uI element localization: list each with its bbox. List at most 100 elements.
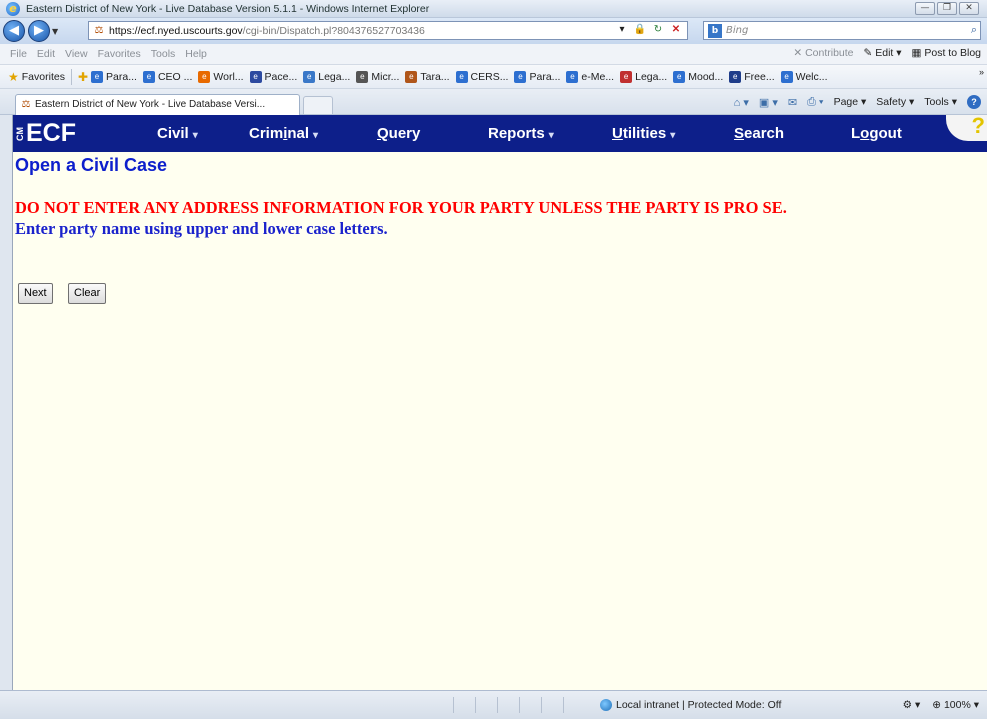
status-bar: Local intranet | Protected Mode: Off ⚙ ▾… [0,690,987,719]
favorite-item[interactable]: e Micr... [356,70,400,83]
nav-logout[interactable]: Logout [851,125,902,142]
favorite-item-label: Lega... [318,70,351,83]
post-to-blog-button[interactable]: ▦ Post to Blog [912,47,981,59]
favorite-item[interactable]: e Mood... [673,70,723,83]
favorite-item-label: Pace... [264,70,298,83]
search-placeholder: Bing [726,25,749,36]
minimize-button[interactable]: — [915,2,935,15]
favorite-item-label: Para... [106,70,137,83]
ie-page-icon: e [91,70,104,83]
window-titlebar: e Eastern District of New York - Live Da… [0,0,987,18]
next-button[interactable]: Next [18,283,53,304]
help-icon[interactable]: ? [967,95,981,109]
favorite-item[interactable]: e Free... [729,70,775,83]
nav-search-label: Search [734,125,785,142]
tab-bar: ⚖ Eastern District of New York - Live Dat… [0,89,987,115]
refresh-icon[interactable]: ↻ [651,23,665,37]
restore-button[interactable]: ❐ [937,2,957,15]
mail-icon[interactable]: ✉ [788,96,797,109]
address-bar[interactable]: ⚖ https://ecf.nyed.uscourts.gov/cgi-bin/… [88,21,688,40]
favorite-item[interactable]: e e-Me... [566,70,614,83]
menu-file[interactable]: File [10,48,27,60]
add-favorite-icon[interactable]: ✚ [78,70,88,84]
search-input[interactable]: b Bing ⌕ [703,21,981,40]
favorite-item[interactable]: e Lega... [303,70,351,83]
zoom-control[interactable]: ⊕ 100% ▾ [932,699,979,711]
print-icon[interactable]: ⎙ ▾ [807,96,823,109]
security-zone[interactable]: Local intranet | Protected Mode: Off [600,699,781,711]
clear-button[interactable]: Clear [68,283,107,304]
menu-tools[interactable]: Tools [151,48,176,60]
favorite-item-label: Welc... [795,70,828,83]
window-title: Eastern District of New York - Live Data… [26,2,430,15]
forward-button[interactable]: ▶ [28,20,50,42]
address-warning: DO NOT ENTER ANY ADDRESS INFORMATION FOR… [15,198,787,217]
chevron-down-icon: ▾ [313,130,319,141]
menu-edit[interactable]: Edit [37,48,55,60]
tab-active[interactable]: ⚖ Eastern District of New York - Live Dat… [15,94,300,115]
recent-pages-dropdown[interactable]: ▼ [52,27,58,36]
favorite-item[interactable]: e Tara... [405,70,450,83]
status-right: ⚙ ▾ ⊕ 100% ▾ [903,699,979,711]
home-icon[interactable]: ⌂ ▾ [734,96,749,109]
favorite-item-label: Tara... [420,70,450,83]
new-tab-button[interactable] [303,96,333,114]
tools-menu[interactable]: Tools ▾ [924,96,957,108]
page-menu[interactable]: Page ▾ [834,96,867,108]
favorite-item-label: Worl... [213,70,244,83]
nav-search[interactable]: Search [734,125,784,142]
url-host: https://ecf.nyed.uscourts.gov [109,24,243,37]
favorite-item[interactable]: e CERS... [455,70,509,83]
nav-civil-label: Civil [157,125,189,142]
menu-help[interactable]: Help [185,48,207,60]
nav-civil[interactable]: Civil ▾ [157,125,198,142]
favorite-item[interactable]: e Pace... [249,70,298,83]
contribute-button[interactable]: ✕ Contribute [793,47,853,59]
favorites-star-icon: ★ [8,69,19,84]
page-content: CMECF Civil ▾ Criminal ▾ Query Reports ▾ Ut… [12,115,987,690]
nav-utilities[interactable]: Utilities ▾ [612,125,675,142]
page-menu-label: Page [833,96,859,108]
ecf-logo-text: ECF [26,119,76,147]
favorite-item[interactable]: e Lega... [620,70,667,83]
close-window-button[interactable]: ✕ [959,2,979,15]
legal-icon: e [620,70,633,83]
ie-page-icon: e [455,70,468,83]
url-path: /cgi-bin/Dispatch.pl?804376527703436 [242,24,425,37]
favorite-item[interactable]: e Worl... [198,70,244,83]
nav-query[interactable]: Query [377,125,420,142]
security-zone-label: Local intranet | Protected Mode: Off [616,699,782,711]
tools-menu-label: Tools [924,96,949,108]
menu-view[interactable]: View [65,48,88,60]
protected-mode-icon[interactable]: ⚙ ▾ [903,699,921,711]
nav-criminal[interactable]: Criminal ▾ [249,125,318,142]
feeds-icon[interactable]: ▣ ▾ [759,96,778,109]
safety-menu[interactable]: Safety ▾ [876,96,914,108]
favorite-item[interactable]: e Para... [514,70,560,83]
favorite-item[interactable]: e CEO ... [142,70,192,83]
ie-page-icon: e [673,70,686,83]
favorite-item-label: Micr... [371,70,400,83]
contribute-label: Contribute [805,47,854,59]
ecf-favicon-icon: ⚖ [21,99,31,110]
favorites-overflow-icon[interactable]: » [979,67,984,77]
favorite-item-label: CERS... [470,70,509,83]
favorite-item[interactable]: e Para... [91,70,137,83]
favorites-button[interactable]: Favorites [22,71,65,83]
ecf-help-button[interactable]: ? [946,115,987,141]
nav-logout-label: Logout [851,125,902,142]
address-dropdown-icon[interactable]: ▾ [615,23,629,37]
menu-bar: File Edit View Favorites Tools Help ✕ Co… [0,44,987,65]
edit-button[interactable]: ✎ Edit ▾ [864,47,902,59]
chevron-down-icon: ▾ [548,130,554,141]
back-button[interactable]: ◀ [3,20,25,42]
menu-favorites[interactable]: Favorites [98,48,141,60]
search-icon[interactable]: ⌕ [971,23,977,37]
favorite-item[interactable]: e Welc... [780,70,828,83]
stop-icon[interactable]: ✕ [669,23,683,37]
ecf-logo[interactable]: CMECF [15,119,76,148]
nav-reports[interactable]: Reports ▾ [488,125,554,142]
free-icon: e [729,70,742,83]
ecf-favicon-icon: ⚖ [94,24,104,36]
lock-icon[interactable]: 🔒 [633,23,647,37]
